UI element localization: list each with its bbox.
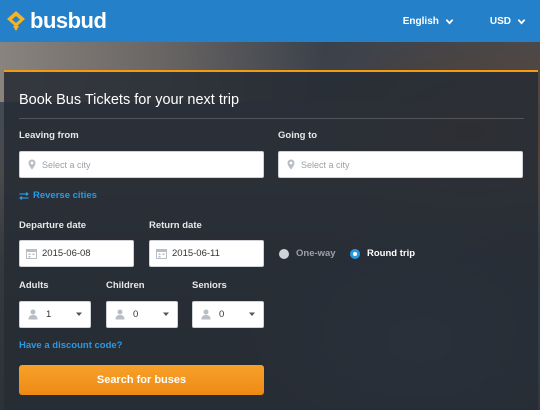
departure-date-value: 2015-06-08 [42, 248, 91, 259]
children-label: Children [106, 280, 145, 291]
user-icon [28, 309, 38, 320]
children-value: 0 [133, 309, 139, 320]
chevron-down-icon [517, 18, 526, 24]
reverse-cities-label: Reverse cities [33, 190, 97, 201]
return-date-label: Return date [149, 220, 202, 231]
form-title: Book Bus Tickets for your next trip [19, 92, 240, 108]
radio-circle-off [279, 248, 289, 259]
brand-name: busbud [30, 8, 107, 33]
seniors-value: 0 [219, 309, 225, 320]
leaving-from-label: Leaving from [19, 130, 79, 141]
reverse-cities-link[interactable]: Reverse cities [19, 190, 97, 201]
chevron-down-icon [249, 312, 255, 316]
leaving-from-input[interactable]: Select a city [19, 151, 264, 178]
logo[interactable]: busbud [6, 8, 107, 34]
children-select[interactable]: 0 [106, 301, 178, 328]
currency-label: USD [489, 15, 511, 27]
map-pin-icon [28, 159, 36, 170]
return-date-input[interactable]: 2015-06-11 [149, 240, 264, 267]
swap-icon [19, 191, 29, 200]
busbud-logo-icon [7, 11, 25, 31]
radio-circle-on [350, 248, 360, 259]
chevron-down-icon [76, 312, 82, 316]
search-form-panel: Book Bus Tickets for your next trip Leav… [4, 70, 538, 410]
going-to-label: Going to [278, 130, 318, 141]
map-pin-icon [287, 159, 295, 170]
one-way-radio[interactable]: One-way [279, 248, 336, 259]
calendar-icon [156, 249, 167, 259]
divider [19, 118, 524, 119]
language-label: English [402, 15, 439, 27]
round-trip-label: Round trip [367, 248, 416, 259]
chevron-down-icon [163, 312, 169, 316]
leaving-from-placeholder: Select a city [42, 159, 91, 170]
adults-value: 1 [46, 309, 52, 320]
departure-date-input[interactable]: 2015-06-08 [19, 240, 134, 267]
seniors-label: Seniors [192, 280, 227, 291]
language-selector[interactable]: English [403, 16, 454, 27]
calendar-icon [26, 249, 37, 259]
currency-selector[interactable]: USD [490, 16, 526, 27]
top-bar: busbud English USD [0, 0, 540, 42]
going-to-placeholder: Select a city [301, 159, 350, 170]
going-to-input[interactable]: Select a city [278, 151, 523, 178]
one-way-label: One-way [296, 248, 336, 259]
return-date-value: 2015-06-11 [172, 248, 220, 259]
adults-select[interactable]: 1 [19, 301, 91, 328]
discount-code-link[interactable]: Have a discount code? [19, 340, 122, 351]
user-icon [115, 309, 125, 320]
user-icon [201, 309, 211, 320]
departure-date-label: Departure date [19, 220, 87, 231]
chevron-down-icon [445, 18, 454, 24]
adults-label: Adults [19, 280, 49, 291]
round-trip-radio[interactable]: Round trip [350, 248, 415, 259]
seniors-select[interactable]: 0 [192, 301, 264, 328]
search-buses-button[interactable]: Search for buses [19, 365, 264, 395]
